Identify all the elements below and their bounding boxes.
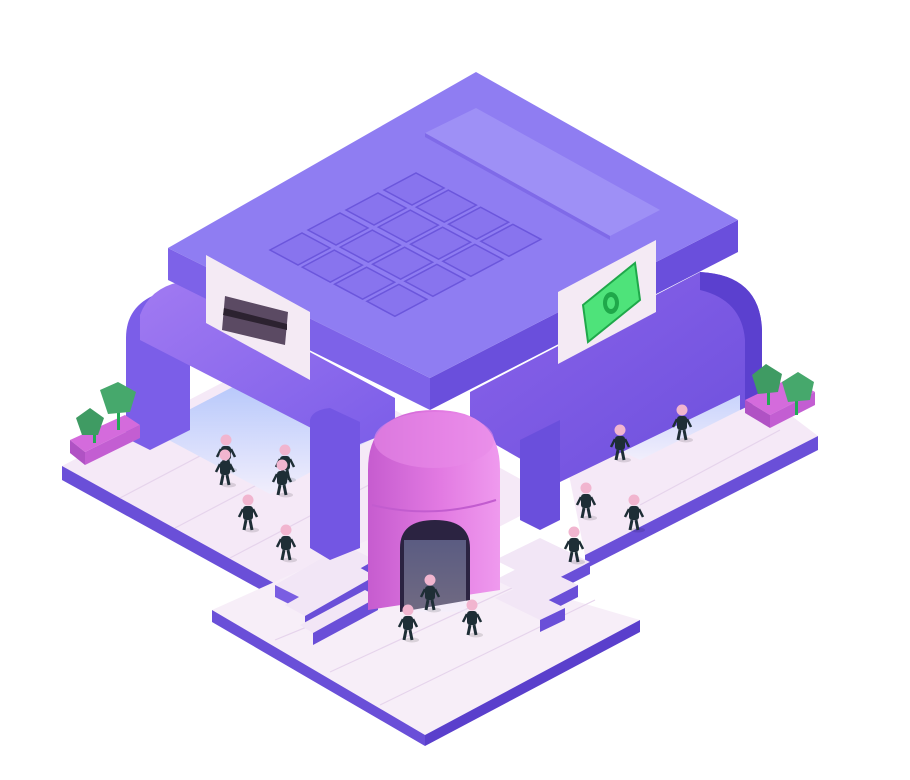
bank-building-illustration [62, 72, 818, 746]
right-planter [745, 364, 815, 428]
